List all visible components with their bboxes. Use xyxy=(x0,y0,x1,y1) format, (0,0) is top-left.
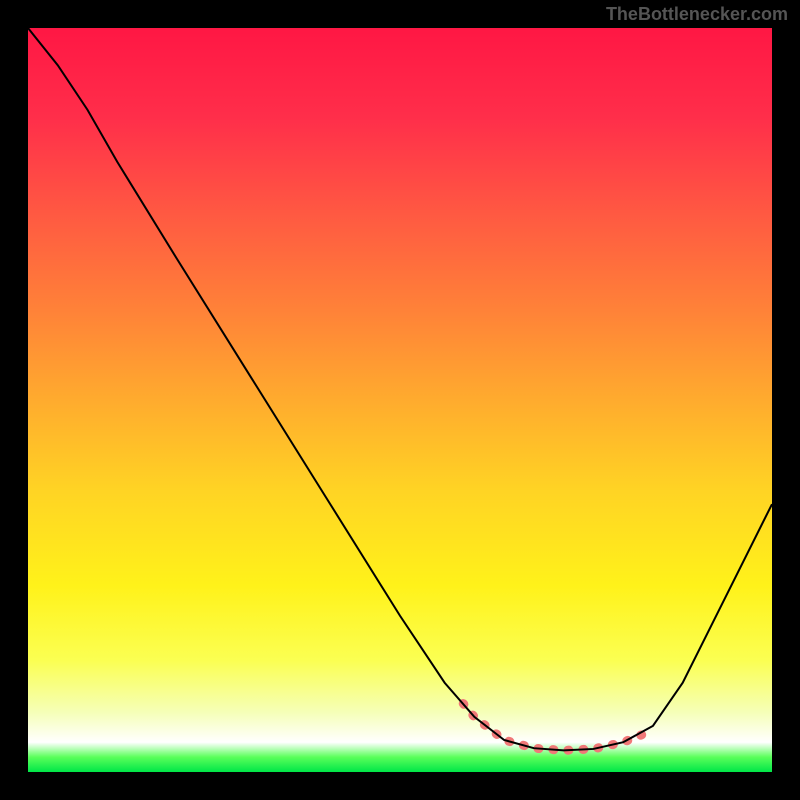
main-curve xyxy=(28,28,772,750)
watermark-text: TheBottlenecker.com xyxy=(606,4,788,25)
chart-container xyxy=(28,28,772,772)
chart-svg xyxy=(28,28,772,772)
